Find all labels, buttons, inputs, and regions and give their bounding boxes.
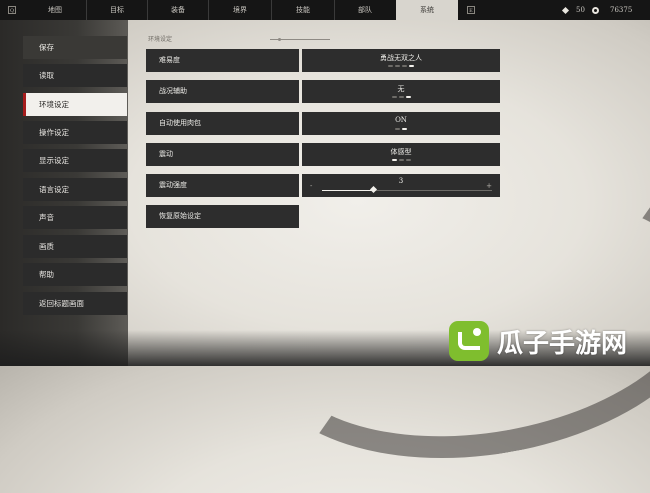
watermark-logo-icon	[449, 321, 489, 361]
section-title: 环境设定	[148, 36, 173, 43]
watermark: 瓜子手游网	[449, 316, 635, 366]
gem-icon	[561, 6, 570, 14]
watermark-text: 瓜子手游网	[497, 328, 628, 359]
top-navigation-bar: Q 地图 目标 装备 境界 技能 部队 系统 E 50 76375	[0, 0, 650, 20]
vibration-intensity-label: 震动强度	[146, 174, 299, 197]
slider-increase-button[interactable]: +	[486, 182, 492, 190]
tab-system[interactable]: 系统	[396, 0, 458, 20]
sidebar-item-help[interactable]: 帮助	[23, 263, 127, 286]
tab-realm[interactable]: 境界	[208, 0, 271, 20]
coin-icon	[592, 6, 599, 14]
tab-map[interactable]: 地图	[30, 0, 80, 20]
vibration-intensity-value: 3	[398, 177, 404, 185]
slider-fill	[322, 190, 373, 191]
tab-objectives[interactable]: 目标	[86, 0, 147, 20]
difficulty-selector[interactable]: 勇战无双之人	[302, 49, 500, 72]
currency-2-value: 76375	[610, 6, 633, 14]
currency-1: 50	[561, 0, 585, 20]
slider-track[interactable]	[322, 190, 492, 191]
tab-troops[interactable]: 部队	[334, 0, 395, 20]
slider-handle[interactable]	[369, 185, 378, 194]
auto-meat-bun-label: 自动使用肉包	[146, 112, 299, 135]
tab-equipment[interactable]: 装备	[147, 0, 208, 20]
sidebar-item-language-settings[interactable]: 语言设定	[23, 178, 127, 201]
difficulty-option-dots	[302, 65, 500, 67]
currency-2: 76375	[592, 0, 632, 20]
battle-assist-option-dots	[302, 96, 500, 98]
sidebar-item-display-settings[interactable]: 显示设定	[23, 149, 127, 172]
difficulty-label: 难易度	[146, 49, 299, 72]
battle-assist-value: 无	[397, 85, 405, 93]
sidebar-item-control-settings[interactable]: 操作设定	[23, 121, 127, 144]
q-key-icon[interactable]: Q	[8, 6, 16, 14]
auto-meat-bun-selector[interactable]: ON	[302, 112, 500, 135]
section-divider	[270, 38, 330, 41]
sidebar-item-environment-settings[interactable]: 环境设定	[23, 93, 127, 116]
tab-skills[interactable]: 技能	[271, 0, 334, 20]
currency-1-value: 50	[576, 6, 585, 14]
vibration-option-dots	[302, 159, 500, 161]
restore-defaults-button[interactable]: 恢复原始设定	[146, 205, 299, 228]
battle-assist-selector[interactable]: 无	[302, 80, 500, 103]
vibration-intensity-slider[interactable]: - 3 +	[302, 174, 500, 197]
e-key-icon[interactable]: E	[467, 6, 475, 14]
sidebar-item-return-to-title[interactable]: 返回标题画面	[23, 292, 127, 315]
sidebar-item-graphics[interactable]: 画质	[23, 235, 127, 258]
vibration-selector[interactable]: 体感型	[302, 143, 500, 166]
sidebar-item-save[interactable]: 保存	[23, 36, 127, 59]
sidebar-item-load[interactable]: 读取	[23, 64, 127, 87]
vibration-label: 震动	[146, 143, 299, 166]
auto-meat-bun-value: ON	[395, 116, 407, 124]
auto-meat-bun-option-dots	[302, 128, 500, 130]
sidebar-item-sound[interactable]: 声音	[23, 206, 127, 229]
vibration-value: 体感型	[390, 148, 412, 156]
battle-assist-label: 战况辅助	[146, 80, 299, 103]
difficulty-value: 勇战无双之人	[380, 54, 422, 62]
